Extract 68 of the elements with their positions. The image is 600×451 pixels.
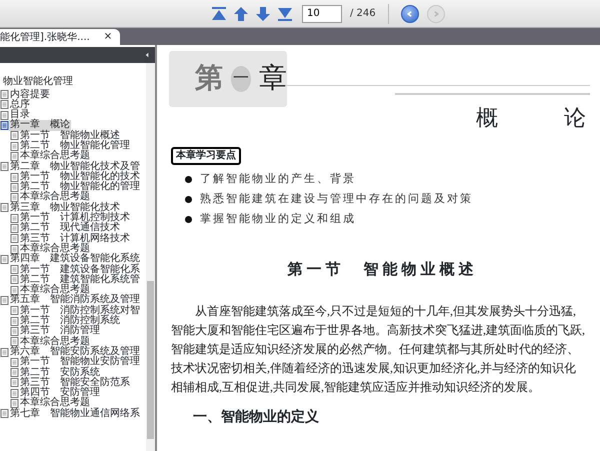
page-icon [10, 182, 19, 192]
subheading: 一、智能物业的定义 [193, 408, 320, 427]
outline-item[interactable]: 内容提要 [9, 90, 51, 100]
page-total: / 246 [350, 7, 376, 21]
outline-item[interactable]: 本章综合思考题 [19, 192, 91, 203]
back-button[interactable] [400, 4, 419, 22]
outline-item[interactable]: 本章综合思考题 [19, 336, 91, 347]
page-icon [10, 214, 19, 223]
first-page-icon[interactable] [210, 4, 228, 22]
outline-item[interactable]: 第四章 建筑设备智能化系统 [9, 254, 141, 265]
outline-item[interactable]: 第五章 智能消防系统及管理 [9, 295, 141, 306]
page-icon [10, 131, 19, 140]
outline-item[interactable]: 第七章 智能物业通信网络系 [9, 408, 141, 419]
key-point: 熟悉智能建筑在建设与管理中存在的问题及对策 [200, 192, 473, 208]
outline-item[interactable]: 第二章 物业智能化技术及管 [9, 162, 141, 172]
bullet-icon [185, 176, 192, 183]
page-icon [10, 378, 19, 388]
page-icon [10, 306, 19, 316]
page-icon [10, 244, 19, 254]
outline-item[interactable]: 本章综合思考题 [19, 398, 91, 409]
outline-item[interactable]: 第一节 建筑设备智能化系 [19, 264, 141, 275]
outline-root[interactable]: 物业智能化管理 [0, 77, 73, 88]
collapse-panel-icon[interactable] [143, 51, 151, 59]
page-icon [10, 265, 19, 274]
up-arrow-icon[interactable] [232, 4, 250, 22]
outline-item[interactable]: 第三节 计算机网络技术 [19, 234, 131, 244]
key-point: 了解智能物业的产生、背景 [200, 172, 356, 188]
chapter-label: 第 [195, 65, 223, 93]
tab-title: 能化管理].张晓华.... [0, 30, 90, 44]
close-tab-button[interactable]: × [104, 32, 112, 42]
page-icon [10, 337, 19, 346]
page-icon [10, 172, 19, 182]
page-icon [10, 152, 19, 161]
outline-item[interactable]: 目录 [9, 110, 31, 120]
down-arrow-icon[interactable] [254, 4, 272, 22]
page-icon [10, 368, 19, 378]
bullet-icon [185, 196, 192, 203]
outline-item[interactable]: 第一节 智能物业概述 [19, 130, 121, 141]
page-icon [10, 286, 19, 295]
outline-item[interactable]: 第一章 概论 [9, 120, 71, 131]
page-icon [10, 275, 19, 284]
page-icon [10, 142, 19, 151]
bullet-icon [185, 216, 192, 223]
outline-item[interactable]: 第二节 现代通信技术 [19, 223, 121, 234]
chapter-title: 概论 [476, 105, 586, 132]
outline-item[interactable]: 第一节 智能物业安防管理 [19, 357, 141, 368]
page-number-field[interactable]: 10 [302, 4, 342, 22]
key-points-label: 本章学习要点 [171, 147, 241, 166]
page-icon [10, 388, 19, 398]
page-icon [0, 121, 9, 130]
outline-item[interactable]: 本章综合思考题 [19, 151, 91, 162]
document-tab[interactable]: 能化管理].张晓华.... × [0, 29, 120, 45]
chapter-number: 一 [231, 66, 251, 92]
body-paragraph: 从首座智能建筑落成至今,只不过是短短的十几年,但其发展势头十分迅猛,智能大厦和智能住宅区遍布于世界各地。高新技术突飞猛进,建筑面临质的飞跃,智能建筑是适应知识经济发展的必然产物。任何建筑都与其所处时代的经济、技术状况密切相关,伴随着经济的迅速发展,知识更加经济化,并与经济的知识化相辅相成,互相促进,共同发展,智能建筑应适应并推动知识经济的发展。 [171, 302, 586, 396]
page-icon [10, 358, 19, 367]
scrollbar[interactable] [146, 63, 155, 451]
outline-item[interactable]: 总序 [9, 100, 31, 110]
key-point: 掌握智能物业的定义和组成 [200, 212, 356, 228]
outline-item[interactable]: 第三节 消防管理 [19, 326, 101, 337]
outline-item[interactable]: 第二节 安防系统 [19, 368, 101, 378]
section-heading: 第一节 智能物业概述 [286, 260, 478, 280]
page-icon [10, 234, 19, 244]
page-icon [10, 224, 19, 233]
page-icon [10, 193, 19, 202]
page-icon [10, 326, 19, 336]
chapter-label: 章 [259, 65, 287, 93]
page-icon [10, 399, 19, 408]
page-icon [10, 316, 19, 326]
